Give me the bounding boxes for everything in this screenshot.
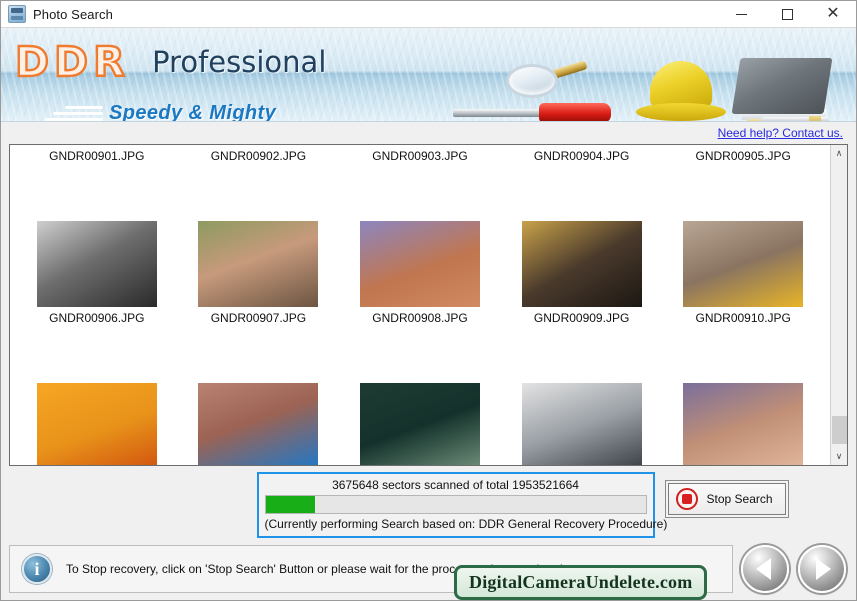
list-item[interactable]: GNDR00901.JPG — [16, 145, 178, 169]
title-bar: Photo Search ✕ — [1, 1, 856, 28]
thumbnail-scroll-area[interactable]: GNDR00901.JPG GNDR00902.JPG GNDR00903.JP… — [10, 145, 830, 465]
book-icon — [731, 58, 833, 120]
recovery-procedure-text: (Currently performing Search based on: D… — [264, 517, 668, 531]
thumbnail-label: GNDR00910.JPG — [695, 311, 791, 325]
thumbnail-image[interactable] — [359, 383, 480, 465]
stop-search-button[interactable]: Stop Search — [664, 480, 789, 518]
progress-row: 3675648 sectors scanned of total 1953521… — [9, 472, 848, 538]
brand-badge: DigitalCameraUndelete.com — [454, 565, 708, 600]
application-window: Photo Search ✕ DDR Professional Speedy &… — [0, 0, 857, 601]
thumbnail-image[interactable] — [521, 221, 642, 307]
close-button[interactable]: ✕ — [810, 1, 856, 28]
list-item[interactable]: GNDR00906.JPG — [16, 221, 178, 331]
status-bar: i To Stop recovery, click on 'Stop Searc… — [9, 545, 733, 600]
progress-panel: 3675648 sectors scanned of total 1953521… — [256, 472, 668, 538]
list-item[interactable]: GNDR00915.JPG — [662, 383, 824, 465]
thumbnail-label: GNDR00904.JPG — [533, 149, 630, 163]
window-controls: ✕ — [718, 1, 856, 28]
screwdriver-icon — [453, 102, 613, 121]
thumbnail-image[interactable] — [36, 383, 157, 465]
minimize-icon — [735, 13, 747, 15]
stop-icon — [675, 488, 698, 510]
list-item[interactable]: GNDR00914.JPG — [501, 383, 663, 465]
list-item[interactable]: GNDR00910.JPG — [662, 221, 824, 331]
list-item[interactable]: GNDR00908.JPG — [339, 221, 501, 331]
list-item[interactable]: GNDR00904.JPG — [501, 145, 663, 169]
magnifier-icon — [506, 60, 588, 100]
thumbnail-label: GNDR00902.JPG — [210, 149, 307, 163]
thumbnail-image[interactable] — [521, 383, 642, 465]
list-item[interactable]: GNDR00907.JPG — [178, 221, 340, 331]
help-row: Need help? Contact us. — [9, 122, 848, 144]
scrollbar-thumb[interactable] — [831, 416, 847, 444]
list-item[interactable]: GNDR00903.JPG — [339, 145, 501, 169]
scroll-down-icon[interactable]: ∨ — [830, 448, 847, 465]
thumbnail-image[interactable] — [683, 383, 804, 465]
pen-icon — [739, 114, 835, 121]
tagline-speed-lines — [43, 106, 103, 121]
content-area: Need help? Contact us. GNDR00901.JPG GND… — [1, 122, 856, 600]
list-item[interactable]: GNDR00912.JPG — [178, 383, 340, 465]
thumbnail-label: GNDR00908.JPG — [372, 311, 468, 325]
app-icon — [8, 5, 26, 23]
thumbnail-label: GNDR00901.JPG — [49, 149, 145, 163]
thumbnail-label: GNDR00905.JPG — [695, 149, 791, 163]
list-item[interactable]: GNDR00902.JPG — [178, 145, 340, 169]
list-item[interactable]: GNDR00913.JPG — [339, 383, 501, 465]
thumbnail-label: GNDR00909.JPG — [533, 311, 630, 325]
window-title: Photo Search — [33, 6, 113, 22]
contact-us-link[interactable]: Need help? Contact us. — [718, 126, 843, 140]
list-item[interactable]: GNDR00905.JPG — [662, 145, 824, 169]
arrow-left-icon — [756, 558, 771, 580]
stop-search-label: Stop Search — [706, 492, 773, 506]
navigation-buttons — [741, 545, 848, 593]
scroll-up-icon[interactable]: ∧ — [830, 145, 847, 162]
progress-bar — [264, 495, 647, 514]
thumbnail-grid-panel: GNDR00901.JPG GNDR00902.JPG GNDR00903.JP… — [9, 144, 848, 466]
status-row: i To Stop recovery, click on 'Stop Searc… — [9, 545, 848, 600]
minimize-button[interactable] — [718, 1, 764, 28]
scrollbar-track[interactable] — [830, 162, 847, 448]
thumbnail-image[interactable] — [198, 383, 319, 465]
maximize-icon — [781, 8, 793, 20]
thumbnail-label: GNDR00907.JPG — [210, 311, 307, 325]
maximize-button[interactable] — [764, 1, 810, 28]
grid-row-spacer — [16, 169, 824, 221]
thumbnail-image[interactable] — [36, 221, 157, 307]
logo-professional-text: Professional — [152, 45, 327, 79]
brand-logo: DDR Professional — [14, 38, 327, 86]
thumbnail-label: GNDR00903.JPG — [372, 149, 468, 163]
list-item[interactable]: GNDR00909.JPG — [501, 221, 663, 331]
info-icon: i — [22, 554, 52, 584]
thumbnail-label: GNDR00906.JPG — [49, 311, 145, 325]
tagline-text: Speedy & Mighty — [109, 102, 277, 122]
thumbnail-image[interactable] — [683, 221, 804, 307]
vertical-scrollbar[interactable]: ∧ ∨ — [830, 145, 847, 465]
back-button[interactable] — [741, 545, 789, 593]
grid-row-spacer — [16, 331, 824, 383]
logo-ddr-text: DDR — [14, 38, 130, 86]
header-banner: DDR Professional Speedy & Mighty — [1, 28, 856, 122]
arrow-right-icon — [816, 558, 831, 580]
thumbnail-image[interactable] — [359, 221, 480, 307]
thumbnail-image[interactable] — [198, 221, 319, 307]
thumbnail-grid: GNDR00901.JPG GNDR00902.JPG GNDR00903.JP… — [10, 145, 830, 465]
list-item[interactable]: GNDR00911.JPG — [16, 383, 178, 465]
next-button[interactable] — [798, 545, 846, 593]
sectors-scanned-text: 3675648 sectors scanned of total 1953521… — [332, 478, 579, 492]
progress-bar-fill — [265, 496, 315, 513]
close-icon: ✕ — [826, 5, 840, 22]
hardhat-icon — [636, 61, 726, 121]
